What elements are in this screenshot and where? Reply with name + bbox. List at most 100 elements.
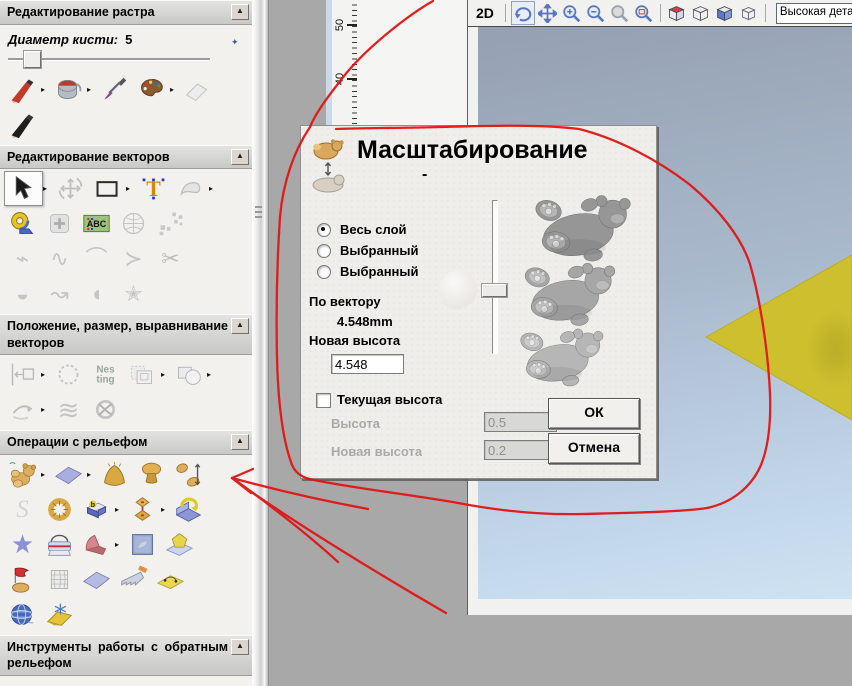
radio-icon[interactable] (317, 264, 331, 279)
back-relief-plane-icon[interactable] (41, 679, 78, 686)
scale-relief-height-icon[interactable] (170, 458, 207, 491)
flyout-arrow-icon[interactable]: ▸ (161, 505, 170, 514)
zoom-in-icon[interactable] (561, 2, 583, 24)
ok-button[interactable]: ОК (548, 398, 640, 429)
relief-teddy-icon[interactable] (4, 458, 41, 491)
emboss-press-icon[interactable] (41, 528, 78, 561)
flyout-arrow-icon[interactable]: ▸ (41, 85, 50, 94)
text-on-curve-icon[interactable] (50, 358, 87, 391)
view-iso-red-icon[interactable] (666, 2, 688, 24)
collapse-button[interactable]: ▲ (231, 148, 249, 165)
inflate-relief-icon[interactable] (133, 458, 170, 491)
flyout-arrow-icon[interactable]: ▸ (170, 85, 179, 94)
detail-level-dropdown[interactable]: Высокая детализа (775, 2, 852, 24)
flyout-arrow-icon[interactable]: ▸ (115, 505, 124, 514)
distort-grid-icon[interactable] (115, 207, 152, 240)
smooth-relief-icon[interactable] (96, 458, 133, 491)
radio-whole-layer[interactable]: Весь слой (317, 222, 407, 237)
cage-deform-icon[interactable] (41, 563, 78, 596)
view-wireframe-2-icon[interactable] (738, 2, 760, 24)
carve-slice-icon[interactable] (78, 528, 115, 561)
relief-plane-icon[interactable] (50, 458, 87, 491)
half-mirror-icon[interactable]: ◖ (78, 277, 115, 310)
rotate-view-icon[interactable] (510, 1, 535, 25)
collapse-button[interactable]: ▲ (231, 638, 249, 655)
zoom-previous-icon[interactable] (609, 2, 631, 24)
weave-texture-icon[interactable] (41, 493, 78, 526)
unwrap-relief-icon[interactable] (41, 598, 78, 631)
flyout-arrow-icon[interactable]: ▸ (161, 370, 170, 379)
sidebar-splitter[interactable] (252, 0, 269, 686)
turn-relief-icon[interactable] (4, 563, 41, 596)
radio-selected-2[interactable]: Выбранный (317, 264, 419, 279)
sharp-corner-icon[interactable]: ≻ (115, 242, 152, 275)
collapse-button[interactable]: ▲ (231, 434, 249, 450)
draw-pen-icon[interactable] (4, 108, 41, 141)
pan-view-icon[interactable] (537, 2, 559, 24)
nesting-icon[interactable] (87, 358, 124, 391)
flyout-arrow-icon[interactable]: ▸ (115, 540, 124, 549)
zoom-fit-icon[interactable] (633, 2, 655, 24)
text-editor-abc-icon[interactable] (78, 207, 115, 240)
star-relief-icon[interactable]: ★ (4, 528, 41, 561)
current-height-checkbox[interactable] (316, 393, 331, 408)
flyout-arrow-icon[interactable]: ▸ (41, 470, 50, 479)
collapse-button[interactable]: ▲ (231, 318, 249, 334)
collapse-button[interactable]: ▲ (231, 4, 249, 20)
slider-thumb[interactable] (24, 50, 41, 68)
flyout-arrow-icon[interactable]: ▸ (126, 184, 135, 193)
mirror-flip-icon[interactable] (4, 393, 41, 426)
envelope-knot-icon[interactable] (87, 393, 124, 426)
tilt-plane-icon[interactable] (78, 563, 115, 596)
nest-rectangles-icon[interactable] (124, 358, 161, 391)
create-rectangle-icon[interactable] (89, 172, 126, 205)
vector-doctor-icon[interactable] (172, 172, 209, 205)
brush-diameter-slider[interactable] (6, 50, 246, 68)
texture-stamp-icon[interactable] (124, 528, 161, 561)
create-text-icon[interactable] (135, 172, 172, 205)
flyout-arrow-icon[interactable]: ▸ (41, 405, 50, 414)
paste-array-icon[interactable] (152, 207, 189, 240)
slice-saw-icon[interactable] (115, 563, 152, 596)
cut-vectors-icon[interactable]: ✂ (152, 242, 189, 275)
join-nodes-icon[interactable]: ⌁ (4, 242, 41, 275)
view-solid-blue-icon[interactable] (714, 2, 736, 24)
sculpt-smooth-icon[interactable]: S (4, 493, 41, 526)
select-vectors-icon[interactable] (4, 171, 43, 206)
eraser-icon[interactable] (179, 73, 216, 106)
zoom-out-icon[interactable] (585, 2, 607, 24)
dome-tool-icon[interactable]: ◒ (4, 277, 41, 310)
color-picker-icon[interactable] (96, 73, 133, 106)
flood-fill-icon[interactable] (50, 73, 87, 106)
color-palette-icon[interactable] (133, 73, 170, 106)
flyout-arrow-icon[interactable]: ▸ (87, 85, 96, 94)
star-tool-icon[interactable]: ✭ (115, 277, 152, 310)
group-merge-icon[interactable] (170, 358, 207, 391)
radio-icon[interactable] (317, 222, 331, 237)
distortion-waves-icon[interactable]: ≋ (50, 393, 87, 426)
flyout-arrow-icon[interactable]: ▸ (43, 184, 52, 193)
paint-brush-icon[interactable] (4, 73, 41, 106)
offset-relief-icon[interactable] (161, 528, 198, 561)
view-wireframe-icon[interactable] (690, 2, 712, 24)
flyout-arrow-icon[interactable]: ▸ (207, 370, 216, 379)
relief-from-image-icon[interactable] (78, 493, 115, 526)
flyout-arrow-icon[interactable]: ▸ (41, 370, 50, 379)
back-relief-gray-icon[interactable] (78, 679, 115, 686)
radio-icon[interactable] (317, 243, 331, 258)
arc-fit-icon[interactable]: ⌒ (78, 242, 115, 275)
offset-arrow-icon[interactable]: ↝ (41, 277, 78, 310)
measure-tool-icon[interactable] (4, 207, 41, 240)
align-vectors-icon[interactable] (4, 358, 41, 391)
cancel-button[interactable]: Отмена (548, 433, 640, 464)
2d-mode-button[interactable]: 2D (476, 5, 494, 21)
wrap-sphere-relief-icon[interactable] (4, 598, 41, 631)
block-insert-icon[interactable] (41, 207, 78, 240)
flip-relief-icon[interactable] (170, 493, 207, 526)
two-rail-ring-icon[interactable] (124, 493, 161, 526)
back-relief-gem-icon[interactable] (4, 679, 41, 686)
flyout-arrow-icon[interactable]: ▸ (209, 184, 218, 193)
relief-wave-icon[interactable]: ∿ (41, 242, 78, 275)
transform-vectors-icon[interactable] (52, 172, 89, 205)
radio-selected-1[interactable]: Выбранный (317, 243, 419, 258)
